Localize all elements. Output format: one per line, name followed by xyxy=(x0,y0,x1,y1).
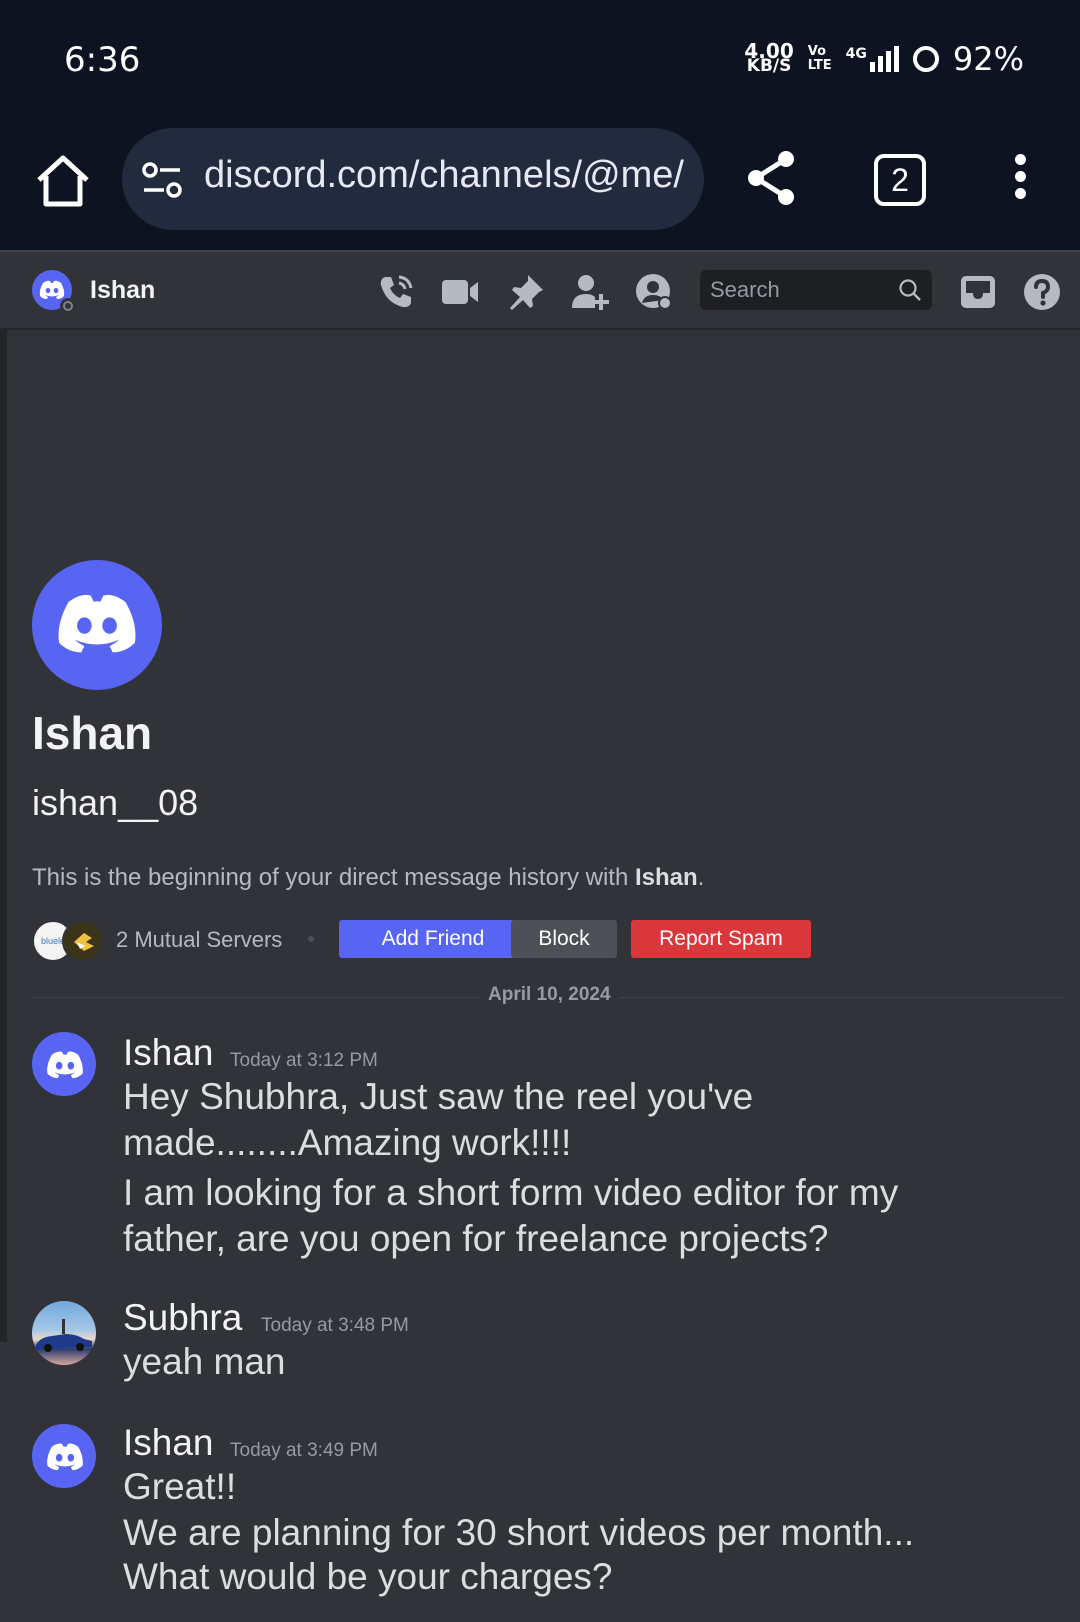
offline-status-icon xyxy=(60,298,76,314)
message-text: yeah man xyxy=(123,1341,286,1382)
profile-display-name: Ishan xyxy=(32,707,153,759)
car-photo-icon xyxy=(36,1319,92,1352)
search-input[interactable]: Search xyxy=(700,270,932,310)
network-type: 4G xyxy=(845,46,867,62)
battery-icon xyxy=(912,46,939,72)
message-text: Hey Shubhra, Just saw the reel you've xyxy=(123,1076,754,1117)
dm-history-description: This is the beginning of your direct mes… xyxy=(32,864,704,892)
desc-prefix: This is the beginning of your direct mes… xyxy=(32,864,635,891)
message-text: We are planning for 30 short videos per … xyxy=(123,1512,915,1553)
discord-logo-icon xyxy=(39,280,65,299)
message-text: Great!! xyxy=(123,1466,237,1507)
url-text[interactable]: discord.com/channels/@me/ xyxy=(204,154,684,197)
desc-name: Ishan xyxy=(634,864,698,891)
dm-header: Ishan Search xyxy=(0,250,1080,330)
browser-toolbar: discord.com/channels/@me/ 2 xyxy=(0,118,1080,250)
signal-icon: 4G xyxy=(846,46,899,72)
desc-suffix: . xyxy=(697,864,705,891)
share-icon[interactable] xyxy=(746,150,798,206)
discord-logo-icon xyxy=(58,594,136,653)
net-speed: 4.00 KB/S xyxy=(744,41,793,76)
message-text: father, are you open for freelance proje… xyxy=(123,1218,829,1259)
message-avatar[interactable] xyxy=(32,1424,96,1488)
message-timestamp: Today at 3:49 PM xyxy=(230,1440,378,1461)
message-timestamp: Today at 3:48 PM xyxy=(261,1315,409,1336)
tab-switcher-button[interactable]: 2 xyxy=(874,154,926,206)
status-icons: 4.00 KB/S Vo LTE 4G 92% xyxy=(744,40,1024,78)
add-friend-button[interactable]: Add Friend xyxy=(339,920,527,958)
search-placeholder: Search xyxy=(710,277,780,302)
address-bar[interactable]: discord.com/channels/@me/ xyxy=(122,128,704,230)
header-avatar[interactable] xyxy=(32,270,76,314)
discord-logo-icon xyxy=(47,1051,83,1079)
header-name[interactable]: Ishan xyxy=(90,276,155,305)
message-text: What would be your charges? xyxy=(123,1556,613,1597)
volte-bottom: LTE xyxy=(807,58,832,73)
message-timestamp: Today at 3:12 PM xyxy=(230,1050,378,1071)
sidebar-edge xyxy=(0,330,7,1342)
search-icon xyxy=(899,279,921,301)
site-settings-icon[interactable] xyxy=(142,162,182,198)
block-button[interactable]: Block xyxy=(511,920,617,958)
message-author[interactable]: Ishan xyxy=(123,1422,214,1464)
message-author[interactable]: Subhra xyxy=(123,1297,242,1339)
net-speed-unit: KB/S xyxy=(746,56,792,76)
report-spam-button[interactable]: Report Spam xyxy=(631,920,811,958)
pinned-messages-icon[interactable] xyxy=(506,272,546,312)
home-icon[interactable] xyxy=(34,152,92,210)
volte-icon: Vo LTE xyxy=(808,45,832,73)
user-profile-icon[interactable] xyxy=(634,272,674,312)
status-bar: 6:36 4.00 KB/S Vo LTE 4G 92% xyxy=(0,0,1080,118)
voice-call-icon[interactable] xyxy=(376,272,416,312)
message-avatar[interactable] xyxy=(32,1301,96,1365)
message-author[interactable]: Ishan xyxy=(123,1032,214,1074)
help-icon[interactable] xyxy=(1022,272,1062,312)
battery-percent: 92% xyxy=(952,40,1024,78)
volte-top: Vo xyxy=(807,44,827,59)
message-text: made........Amazing work!!!! xyxy=(123,1122,572,1163)
add-friends-to-dm-icon[interactable] xyxy=(570,272,610,312)
more-options-icon[interactable] xyxy=(1008,154,1032,202)
video-call-icon[interactable] xyxy=(440,272,480,312)
discord-logo-icon xyxy=(47,1443,83,1471)
mutual-server-icon[interactable] xyxy=(62,920,104,962)
profile-username: ishan__08 xyxy=(32,782,199,823)
date-divider-label: April 10, 2024 xyxy=(480,984,619,1006)
separator-dot xyxy=(308,936,314,942)
message-text: I am looking for a short form video edit… xyxy=(123,1172,899,1213)
profile-actions: bluele 2 Mutual Servers Add Friend Block… xyxy=(32,920,932,962)
inbox-icon[interactable] xyxy=(958,272,998,312)
server-logo-icon xyxy=(74,933,94,951)
profile-avatar[interactable] xyxy=(32,560,162,690)
message-avatar[interactable] xyxy=(32,1032,96,1096)
mutual-servers-link[interactable]: 2 Mutual Servers xyxy=(116,927,282,953)
clock: 6:36 xyxy=(64,40,141,80)
